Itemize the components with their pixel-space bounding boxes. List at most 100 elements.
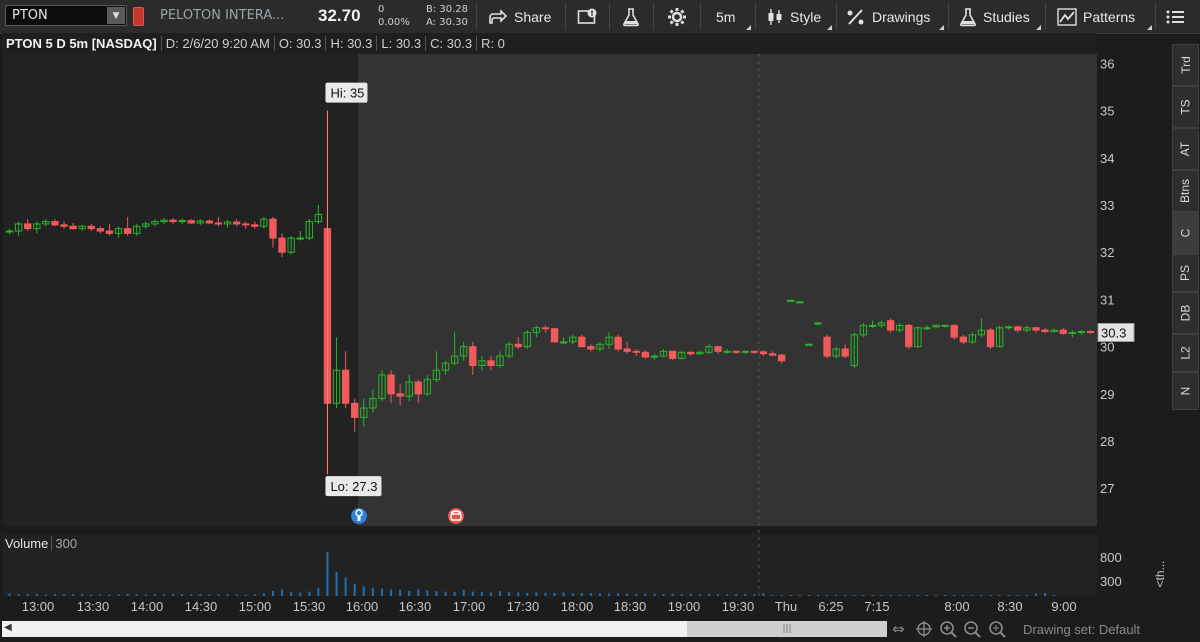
volume-bar <box>126 593 129 596</box>
tab-btns[interactable]: Btns <box>1172 170 1199 212</box>
pan-arrows-icon[interactable]: ⇔ <box>892 620 905 638</box>
drawing-set-label[interactable]: Drawing set: Default <box>1023 622 1140 637</box>
volume-bar <box>362 586 365 596</box>
timeframe-button[interactable]: 5m <box>716 4 735 30</box>
candle-body <box>24 223 32 230</box>
style-button[interactable]: Style <box>766 4 821 30</box>
volume-bar <box>889 595 892 596</box>
patterns-icon <box>1057 8 1077 26</box>
candle-body <box>823 336 831 357</box>
candle-body <box>487 360 495 367</box>
volume-bar <box>135 594 138 596</box>
volume-bar <box>235 594 238 596</box>
tab-n[interactable]: N <box>1172 372 1199 410</box>
tab-trd[interactable]: Trd <box>1172 44 1199 86</box>
volume-bar <box>399 589 402 596</box>
candle-body <box>296 237 304 240</box>
share-button[interactable]: Share <box>488 4 551 30</box>
candle-body <box>723 350 731 353</box>
volume-header: Volume 300 <box>2 533 80 553</box>
style-dropdown-icon <box>827 25 832 30</box>
volume-bar <box>108 594 111 596</box>
volume-bar <box>499 591 502 596</box>
candle-body <box>269 218 277 239</box>
lo-label: Lo: 27.3 <box>325 476 382 497</box>
alert-button[interactable] <box>577 4 599 30</box>
flask-button[interactable] <box>622 4 640 30</box>
zoom-in-icon[interactable] <box>939 620 957 638</box>
volume-bar <box>244 594 247 596</box>
volume-axis-label-300: 300 <box>1100 574 1122 589</box>
candle-body <box>768 353 777 356</box>
studies-button[interactable]: Studies <box>959 4 1030 30</box>
chart-title[interactable]: PTON 5 D 5m [NASDAQ] <box>2 36 162 51</box>
time-tick-label: 18:30 <box>614 599 647 614</box>
tab-at[interactable]: AT <box>1172 128 1199 170</box>
volume-bar <box>526 592 529 596</box>
drawings-dropdown-icon <box>939 25 944 30</box>
price-chart[interactable]: 36353433323130292827 13:00 13:30 14:00 14:3… <box>0 54 1170 617</box>
zoom-out-icon[interactable] <box>963 620 981 638</box>
tab-c[interactable]: C <box>1172 212 1199 254</box>
time-tick-label: 13:30 <box>77 599 110 614</box>
volume-bar <box>653 593 656 596</box>
volume-pane <box>3 534 1097 596</box>
tab-ps[interactable]: PS <box>1172 254 1199 292</box>
volume-bar <box>480 592 483 596</box>
candle-body <box>232 221 241 225</box>
volume-bar <box>998 595 1001 596</box>
volume-label[interactable]: Volume <box>2 535 53 551</box>
menu-button[interactable] <box>1166 4 1184 30</box>
toolbar-divider <box>653 3 654 30</box>
candle-body <box>905 324 913 348</box>
time-tick-label: 8:30 <box>997 599 1022 614</box>
scroll-left-icon[interactable]: ◀ <box>4 622 12 633</box>
tab-ts[interactable]: TS <box>1172 86 1199 128</box>
drawings-button[interactable]: Drawings <box>846 4 930 30</box>
volume-bar <box>99 594 102 596</box>
fit-zoom-icon[interactable] <box>988 620 1008 638</box>
price-tick-label: 35 <box>1100 104 1114 119</box>
link-color-icon[interactable] <box>133 7 144 26</box>
volume-bar <box>26 593 29 596</box>
candle-body <box>632 350 640 353</box>
chart-info-bar: PTON 5 D 5m [NASDAQ] D: 2/6/20 9:20 AM O… <box>2 33 1096 55</box>
volume-bar <box>971 595 974 596</box>
hi-label: Hi: 35 <box>325 82 368 103</box>
candle-body <box>868 324 877 327</box>
tab-db[interactable]: DB <box>1172 292 1199 334</box>
volume-bar <box>626 593 629 596</box>
crosshair-icon[interactable] <box>915 620 933 638</box>
patterns-button[interactable]: Patterns <box>1057 4 1135 30</box>
candle-body <box>514 343 522 348</box>
volume-bar <box>898 595 901 596</box>
lo-label-text: Lo: 27.3 <box>330 479 377 494</box>
earnings-event-icon[interactable] <box>351 508 367 524</box>
symbol-text[interactable]: PTON <box>6 8 107 23</box>
volume-bar <box>508 592 511 596</box>
scroll-thumb[interactable]: ||| <box>687 621 887 637</box>
candle-body <box>51 221 59 226</box>
volume-bar <box>735 594 738 596</box>
candle-body <box>986 329 995 348</box>
volume-bar <box>390 589 393 596</box>
volume-bar <box>353 583 356 596</box>
candle-body <box>805 343 813 346</box>
toolbar-divider <box>565 3 566 30</box>
studies-dropdown-icon <box>1036 25 1041 30</box>
volume-bar <box>444 591 447 596</box>
tab-l2[interactable]: L2 <box>1172 334 1199 372</box>
volume-bar <box>426 590 429 596</box>
bar-high: H: 30.3 <box>326 36 378 51</box>
symbol-dropdown-button[interactable]: ▼ <box>107 7 125 24</box>
symbol-input[interactable]: PTON ▼ <box>5 5 127 26</box>
toolbar-divider <box>948 3 949 30</box>
volume-bar <box>944 595 947 596</box>
volume-bar <box>935 595 938 596</box>
expand-panel-label[interactable]: <th... <box>1153 560 1167 587</box>
bid-ask: B: 30.28 A: 30.30 <box>426 3 468 29</box>
volume-bar <box>153 594 156 596</box>
conference-call-icon[interactable] <box>448 508 464 524</box>
settings-button[interactable] <box>667 4 687 30</box>
volume-bar <box>580 592 583 596</box>
